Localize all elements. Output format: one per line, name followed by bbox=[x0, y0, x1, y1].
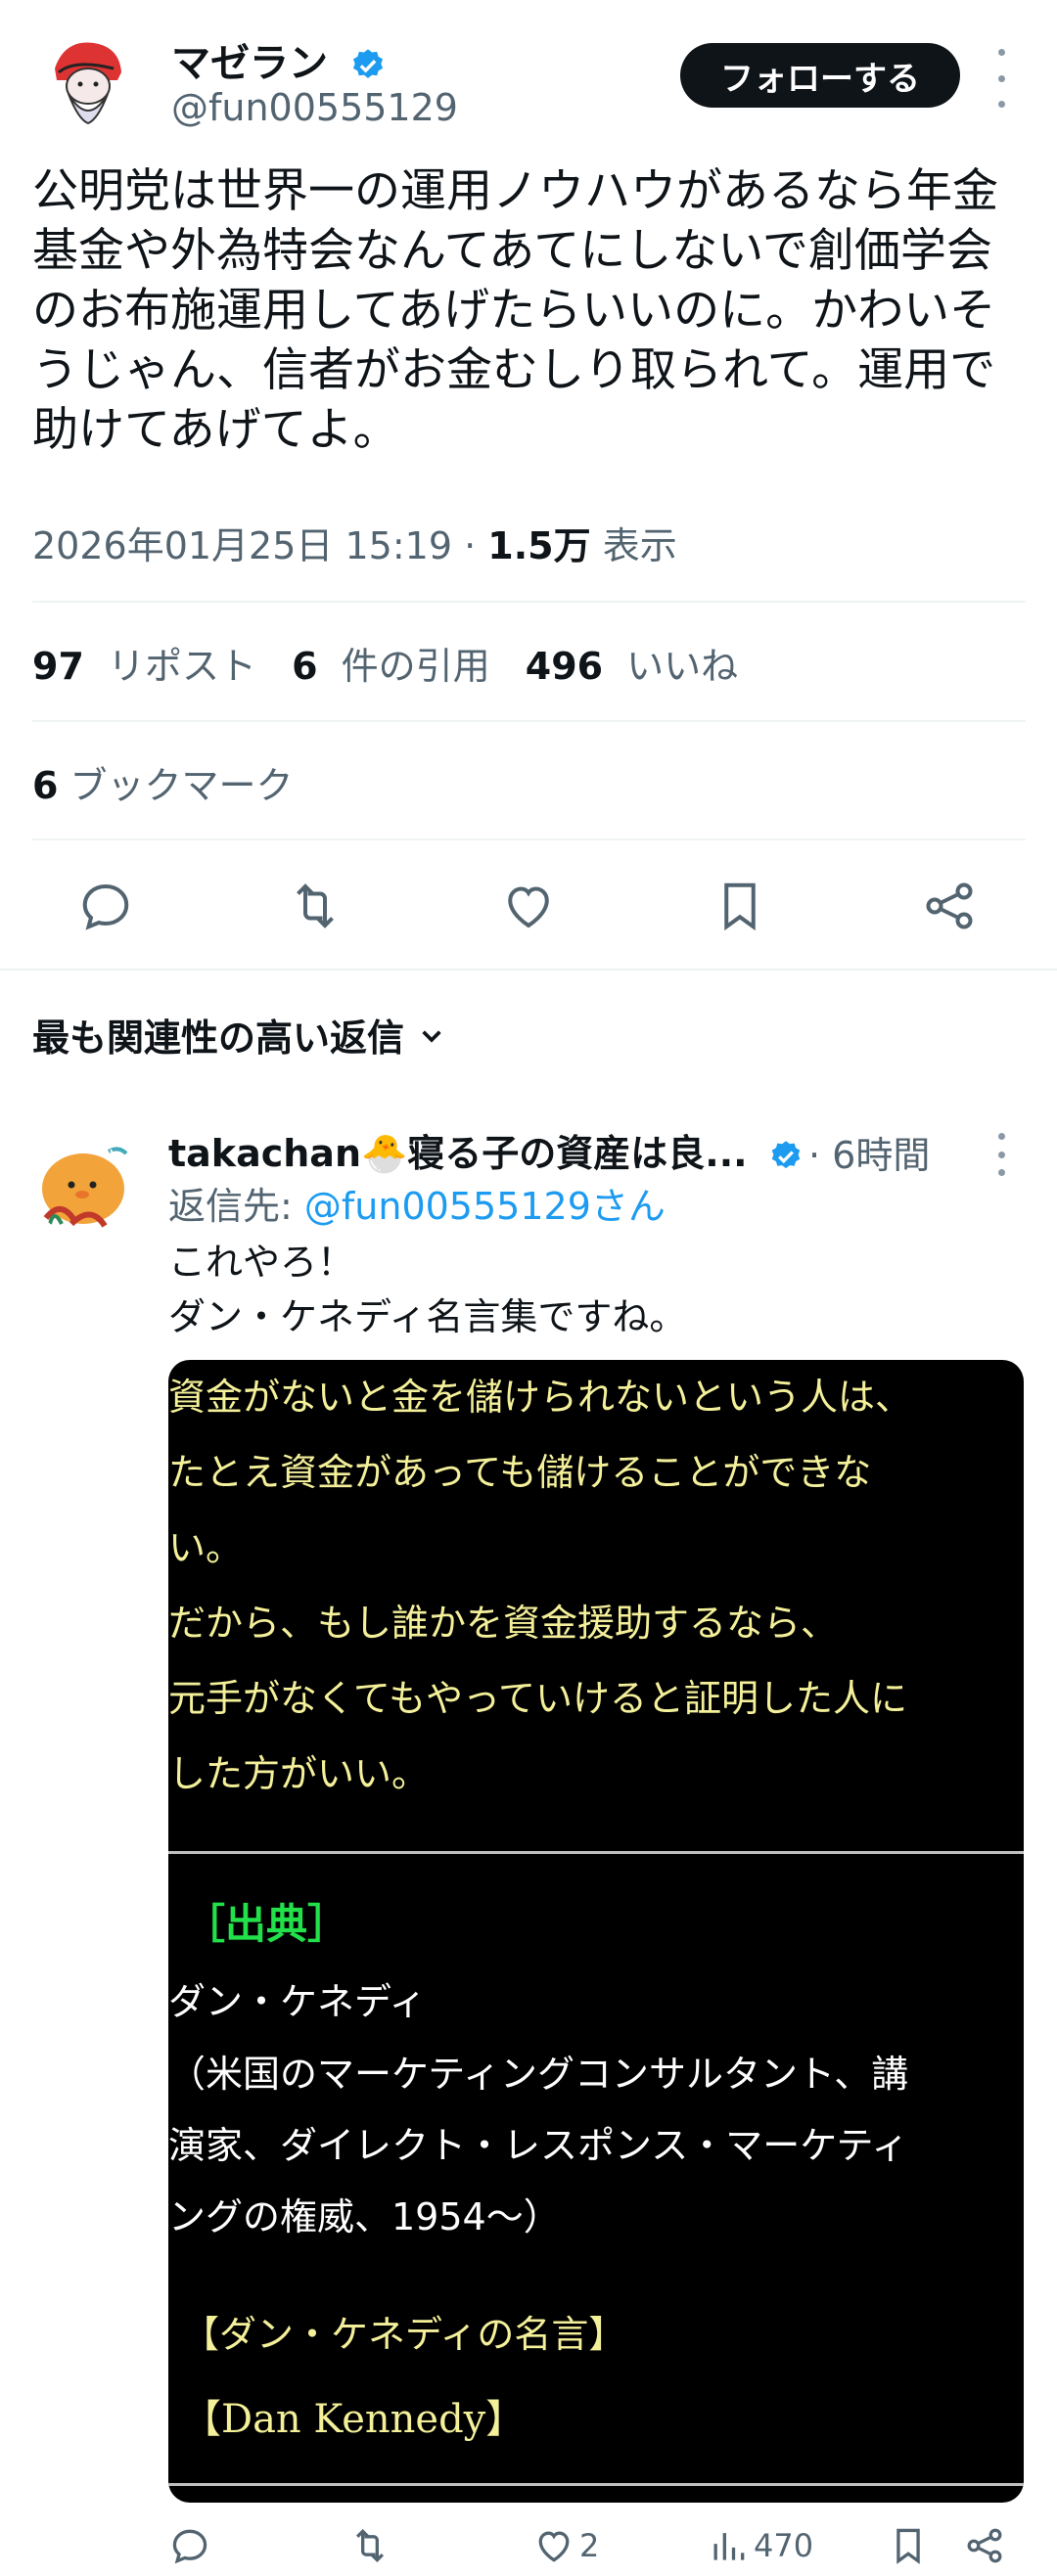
quotes-count: 6 bbox=[292, 645, 318, 688]
chevron-down-icon bbox=[422, 1029, 441, 1043]
more-options-icon[interactable] bbox=[988, 49, 1014, 108]
quote-tag: 【ダン・ケネディの名言】 bbox=[182, 2313, 626, 2356]
reply-likes-count: 2 bbox=[579, 2527, 600, 2564]
source-name: ダン・ケネディ bbox=[168, 1980, 427, 2023]
quote-line: 資金がないと金を儲けられないという人は、 bbox=[168, 1376, 913, 1419]
views-label: 表示 bbox=[602, 524, 677, 567]
quotes-stat[interactable]: 6 件の引用 bbox=[292, 645, 502, 688]
reply-author-row[interactable]: takachan🐣寝る子の資産は良... bbox=[168, 1123, 804, 1177]
bookmark-icon bbox=[896, 2528, 920, 2564]
quote-line: だから、もし誰かを資金援助するなら、 bbox=[168, 1602, 839, 1645]
verified-badge-icon bbox=[352, 49, 383, 78]
tweet-meta: 2026年01月25日 15:19 · 1.5万 表示 bbox=[32, 516, 677, 569]
divider bbox=[32, 601, 1026, 603]
author-name[interactable]: マゼラン bbox=[171, 41, 328, 86]
tweet-text: 公明党は世界一の運用ノウハウがあるなら年金基金や外為特会なんてあてにしないで創価… bbox=[32, 164, 998, 457]
reply-repost-button[interactable] bbox=[348, 2524, 391, 2567]
views-chart-icon bbox=[713, 2533, 745, 2560]
reply-author-name[interactable]: takachan🐣寝る子の資産は良... bbox=[168, 1132, 748, 1175]
stats-row: 97 リポスト 6 件の引用 496 いいね bbox=[32, 636, 761, 690]
source-desc-line: 演家、ダイレクト・レスポンス・マーケティ bbox=[168, 2124, 909, 2167]
source-heading: ［出典］ bbox=[184, 1900, 349, 1948]
follow-button[interactable]: フォローする bbox=[680, 43, 960, 108]
likes-label: いいね bbox=[626, 645, 739, 688]
reply-text-line: これやろ！ bbox=[168, 1241, 355, 1284]
source-desc-line: ングの権威、1954〜） bbox=[168, 2195, 561, 2238]
reply-to-label: 返信先: bbox=[168, 1185, 293, 1228]
likes-stat[interactable]: 496 いいね bbox=[526, 645, 750, 688]
reply-icon[interactable] bbox=[76, 877, 135, 935]
share-icon[interactable] bbox=[920, 877, 979, 935]
reply-views-button[interactable]: 470 bbox=[707, 2524, 813, 2567]
reply-text: これやろ！ ダン・ケネディ名言集ですね。 bbox=[168, 1235, 686, 1344]
author-handle[interactable]: @fun00555129 bbox=[171, 86, 458, 129]
reply-image[interactable]: 資金がないと金を儲けられないという人は、 たとえ資金があっても儲けることができな… bbox=[168, 1360, 1024, 2503]
reply-share-button[interactable] bbox=[963, 2524, 1006, 2567]
divider bbox=[32, 838, 1026, 840]
reposts-label: リポスト bbox=[107, 645, 256, 688]
repost-icon bbox=[355, 2528, 385, 2563]
reply-author-avatar[interactable] bbox=[32, 1130, 140, 1238]
quote-line: い。 bbox=[168, 1526, 244, 1569]
reply-like-button[interactable]: 2 bbox=[532, 2524, 599, 2567]
quote-line: した方がいい。 bbox=[168, 1752, 430, 1795]
quote-line: 元手がなくてもやっていけると証明した人に bbox=[168, 1677, 908, 1720]
reply-time[interactable]: · 6時間 bbox=[808, 1125, 930, 1179]
reply-more-options-icon[interactable] bbox=[988, 1133, 1014, 1176]
verified-badge-icon bbox=[771, 1140, 801, 1168]
reposts-count: 97 bbox=[32, 645, 84, 688]
reply-text-line: ダン・ケネディ名言集ですね。 bbox=[168, 1295, 687, 1338]
bookmarks-stat[interactable]: 6 ブックマーク bbox=[32, 755, 294, 809]
author-name-row[interactable]: マゼラン bbox=[171, 31, 387, 88]
reply-bookmark-button[interactable] bbox=[887, 2524, 930, 2567]
reply-sort-dropdown[interactable]: 最も関連性の高い返信 bbox=[32, 1008, 451, 1062]
likes-count: 496 bbox=[525, 645, 604, 688]
reply-reply-button[interactable] bbox=[168, 2524, 211, 2567]
section-divider bbox=[0, 969, 1057, 971]
divider bbox=[32, 720, 1026, 722]
repost-icon[interactable] bbox=[286, 877, 345, 935]
bookmarks-label: ブックマーク bbox=[69, 764, 294, 807]
quote-line: たとえ資金があっても儲けることができな bbox=[168, 1451, 872, 1494]
like-icon bbox=[538, 2531, 570, 2562]
timestamp[interactable]: 2026年01月25日 15:19 bbox=[32, 524, 452, 567]
source-desc-line: （米国のマーケティングコンサルタント、講 bbox=[168, 2053, 909, 2096]
quote-tag: 【Dan Kennedy】 bbox=[182, 2397, 526, 2442]
bookmark-icon[interactable] bbox=[711, 877, 769, 935]
meta-separator: · bbox=[464, 524, 477, 567]
author-avatar[interactable] bbox=[35, 29, 137, 131]
reposts-stat[interactable]: 97 リポスト bbox=[32, 645, 268, 688]
quote-divider bbox=[168, 2483, 1024, 2486]
reply-to: 返信先: @fun00555129さん bbox=[168, 1176, 666, 1230]
like-icon[interactable] bbox=[499, 877, 558, 935]
quote-divider bbox=[168, 1851, 1024, 1854]
views-count: 1.5万 bbox=[487, 524, 591, 567]
reply-icon bbox=[172, 2529, 207, 2564]
share-icon bbox=[967, 2528, 1002, 2563]
reply-to-mention[interactable]: @fun00555129さん bbox=[304, 1185, 666, 1228]
reply-views-count: 470 bbox=[754, 2527, 814, 2564]
quotes-label: 件の引用 bbox=[341, 645, 490, 688]
reply-sort-label: 最も関連性の高い返信 bbox=[32, 1017, 405, 1060]
bookmarks-count: 6 bbox=[32, 764, 59, 807]
